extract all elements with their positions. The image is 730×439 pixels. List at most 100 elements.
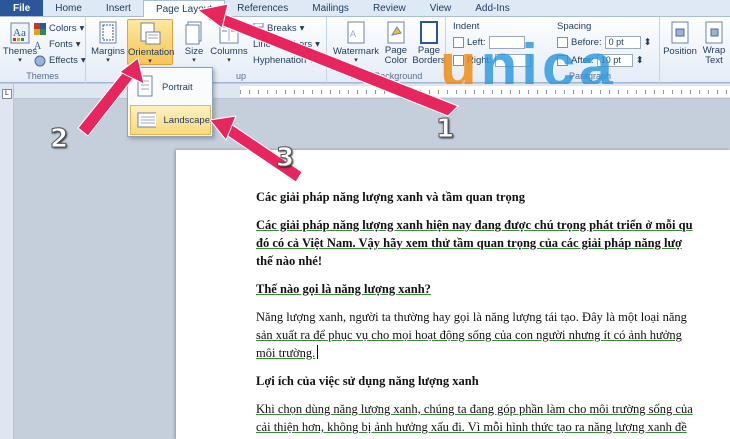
position-label: Position <box>663 46 697 57</box>
chevron-down-icon: ▾ <box>75 39 81 50</box>
doc-intro-line2: đó có cả Việt Nam. Vậy hãy xem thử tầm q… <box>256 236 682 250</box>
colors-button[interactable]: Colors ▾ <box>34 21 84 36</box>
page-color-label: Page Color <box>384 45 408 66</box>
breaks-icon <box>253 23 264 34</box>
landscape-icon <box>137 112 156 128</box>
arrange-group: Position Wrap Text <box>661 17 730 83</box>
orientation-icon <box>140 22 161 45</box>
hyphenation-button[interactable]: Hyphenation ▾ <box>253 53 314 68</box>
watermark-icon: A <box>347 21 365 44</box>
fonts-button[interactable]: A Fonts ▾ <box>34 37 81 52</box>
doc-p1-line2: sản xuất ra để phục vụ cho mọi hoạt động… <box>256 328 682 342</box>
orientation-landscape-option[interactable]: Landscape <box>130 105 211 135</box>
annotation-number-3: 3 <box>275 143 295 174</box>
svg-text:Aa: Aa <box>13 27 26 39</box>
wrap-text-icon <box>705 21 723 44</box>
orientation-menu: Portrait Landscape <box>127 67 213 137</box>
chevron-down-icon: ▾ <box>148 58 152 65</box>
svg-text:A: A <box>34 41 42 51</box>
wrap-text-button[interactable]: Wrap Text <box>699 19 729 66</box>
doc-p1-line3: môi trường. <box>256 346 316 360</box>
wrap-text-label: Wrap Text <box>702 45 726 66</box>
hyphenation-label: Hyphenation <box>253 55 307 66</box>
tab-mailings[interactable]: Mailings <box>300 0 361 16</box>
ruler-ticks <box>240 90 730 94</box>
page-background-group: A Watermark ▾ Page Color Page Borders Pa… <box>328 17 446 83</box>
page-color-icon <box>387 21 405 44</box>
breaks-button[interactable]: Breaks ▾ <box>253 21 304 36</box>
fonts-icon: A <box>34 41 42 51</box>
watermark-button[interactable]: A Watermark ▾ <box>331 19 381 65</box>
tab-view[interactable]: View <box>418 0 464 16</box>
effects-label: Effects <box>49 55 78 66</box>
doc-intro-line1: Các giải pháp năng lượng xanh hiện nay đ… <box>256 218 693 232</box>
tab-review[interactable]: Review <box>361 0 418 16</box>
document-page[interactable]: Các giải pháp năng lượng xanh và tầm qua… <box>176 150 730 439</box>
tab-selector-button[interactable]: L <box>2 89 12 99</box>
landscape-label: Landscape <box>163 114 210 126</box>
tab-file[interactable]: File <box>0 0 44 16</box>
chevron-down-icon: ▾ <box>106 57 110 64</box>
text-cursor <box>317 345 319 359</box>
doc-question-2: Lợi ích của việc sử dụng năng lượng xanh <box>256 374 479 388</box>
ribbon-tab-bar: File Home Insert Page Layout References … <box>0 0 730 18</box>
columns-icon <box>219 21 239 44</box>
page-borders-icon <box>420 21 438 44</box>
chevron-down-icon: ▾ <box>354 57 358 64</box>
watermark-label: Watermark <box>332 46 380 57</box>
chevron-down-icon: ▾ <box>80 55 86 66</box>
columns-label: Columns <box>210 46 248 57</box>
doc-p2-line2: cải thiện hơn, không bị ảnh hưởng xấu đi… <box>256 420 687 434</box>
position-icon <box>671 21 689 44</box>
chevron-down-icon: ▾ <box>227 57 231 64</box>
line-numbers-button[interactable]: Line Numbers ▾ <box>253 37 320 52</box>
document-body[interactable]: Các giải pháp năng lượng xanh và tầm qua… <box>256 188 726 439</box>
margins-label: Margins <box>91 46 125 57</box>
chevron-down-icon: ▾ <box>299 23 305 34</box>
spinner-icon[interactable]: ⬍ <box>636 55 644 66</box>
tab-add-ins[interactable]: Add-Ins <box>463 0 521 16</box>
ribbon: Aa Themes ▾ Colors ▾ A Fonts ▾ Effects ▾ Th… <box>0 17 730 99</box>
page-background-group-label: Page Background <box>350 71 423 81</box>
colors-icon <box>34 22 46 35</box>
annotation-number-2: 2 <box>49 124 69 155</box>
chevron-down-icon: ▾ <box>79 23 85 34</box>
doc-question-1: Thế nào gọi là năng lượng xanh? <box>256 282 431 296</box>
themes-group-label: Themes <box>26 71 59 81</box>
fonts-label: Fonts <box>49 39 73 50</box>
doc-p2-line1: Khi chọn dùng năng lượng xanh, chúng ta … <box>256 402 693 416</box>
size-icon <box>185 21 202 45</box>
portrait-label: Portrait <box>162 81 193 93</box>
columns-button[interactable]: Columns ▾ <box>207 19 251 65</box>
position-button[interactable]: Position <box>663 19 697 65</box>
tab-references[interactable]: References <box>225 0 300 16</box>
doc-p1-line1: Năng lượng xanh, người ta thường hay gọi… <box>256 310 687 324</box>
effects-button[interactable]: Effects ▾ <box>34 53 86 68</box>
margins-icon <box>99 21 117 44</box>
portrait-icon <box>137 75 153 97</box>
margins-button[interactable]: Margins ▾ <box>89 19 127 65</box>
vertical-ruler <box>0 84 14 439</box>
doc-paragraph-1: Năng lượng xanh, người ta thường hay gọi… <box>256 308 726 362</box>
doc-paragraph-2: Khi chọn dùng năng lượng xanh, chúng ta … <box>256 400 726 436</box>
chevron-down-icon: ▾ <box>309 55 315 66</box>
orientation-label: Orientation <box>128 47 175 58</box>
line-numbers-label: Line Numbers <box>253 39 313 50</box>
svg-text:A: A <box>350 29 356 39</box>
doc-intro: Các giải pháp năng lượng xanh hiện nay đ… <box>256 216 726 270</box>
tab-home[interactable]: Home <box>43 0 94 16</box>
orientation-portrait-option[interactable]: Portrait <box>130 72 211 102</box>
themes-icon: Aa <box>10 22 30 44</box>
effects-icon <box>34 55 46 66</box>
breaks-label: Breaks <box>267 23 297 34</box>
doc-intro-line3: thế nào nhé! <box>256 254 322 268</box>
themes-group: Aa Themes ▾ Colors ▾ A Fonts ▾ Effects ▾ Th… <box>0 17 86 83</box>
doc-heading: Các giải pháp năng lượng xanh và tầm qua… <box>256 190 526 204</box>
colors-label: Colors <box>49 23 77 34</box>
chevron-down-icon: ▾ <box>315 39 320 50</box>
page-color-button[interactable]: Page Color <box>380 19 412 66</box>
orientation-button[interactable]: Orientation ▾ <box>127 19 175 65</box>
tab-insert[interactable]: Insert <box>94 0 143 16</box>
spinner-icon[interactable]: ⬍ <box>644 37 652 48</box>
tab-page-layout[interactable]: Page Layout <box>142 0 226 18</box>
